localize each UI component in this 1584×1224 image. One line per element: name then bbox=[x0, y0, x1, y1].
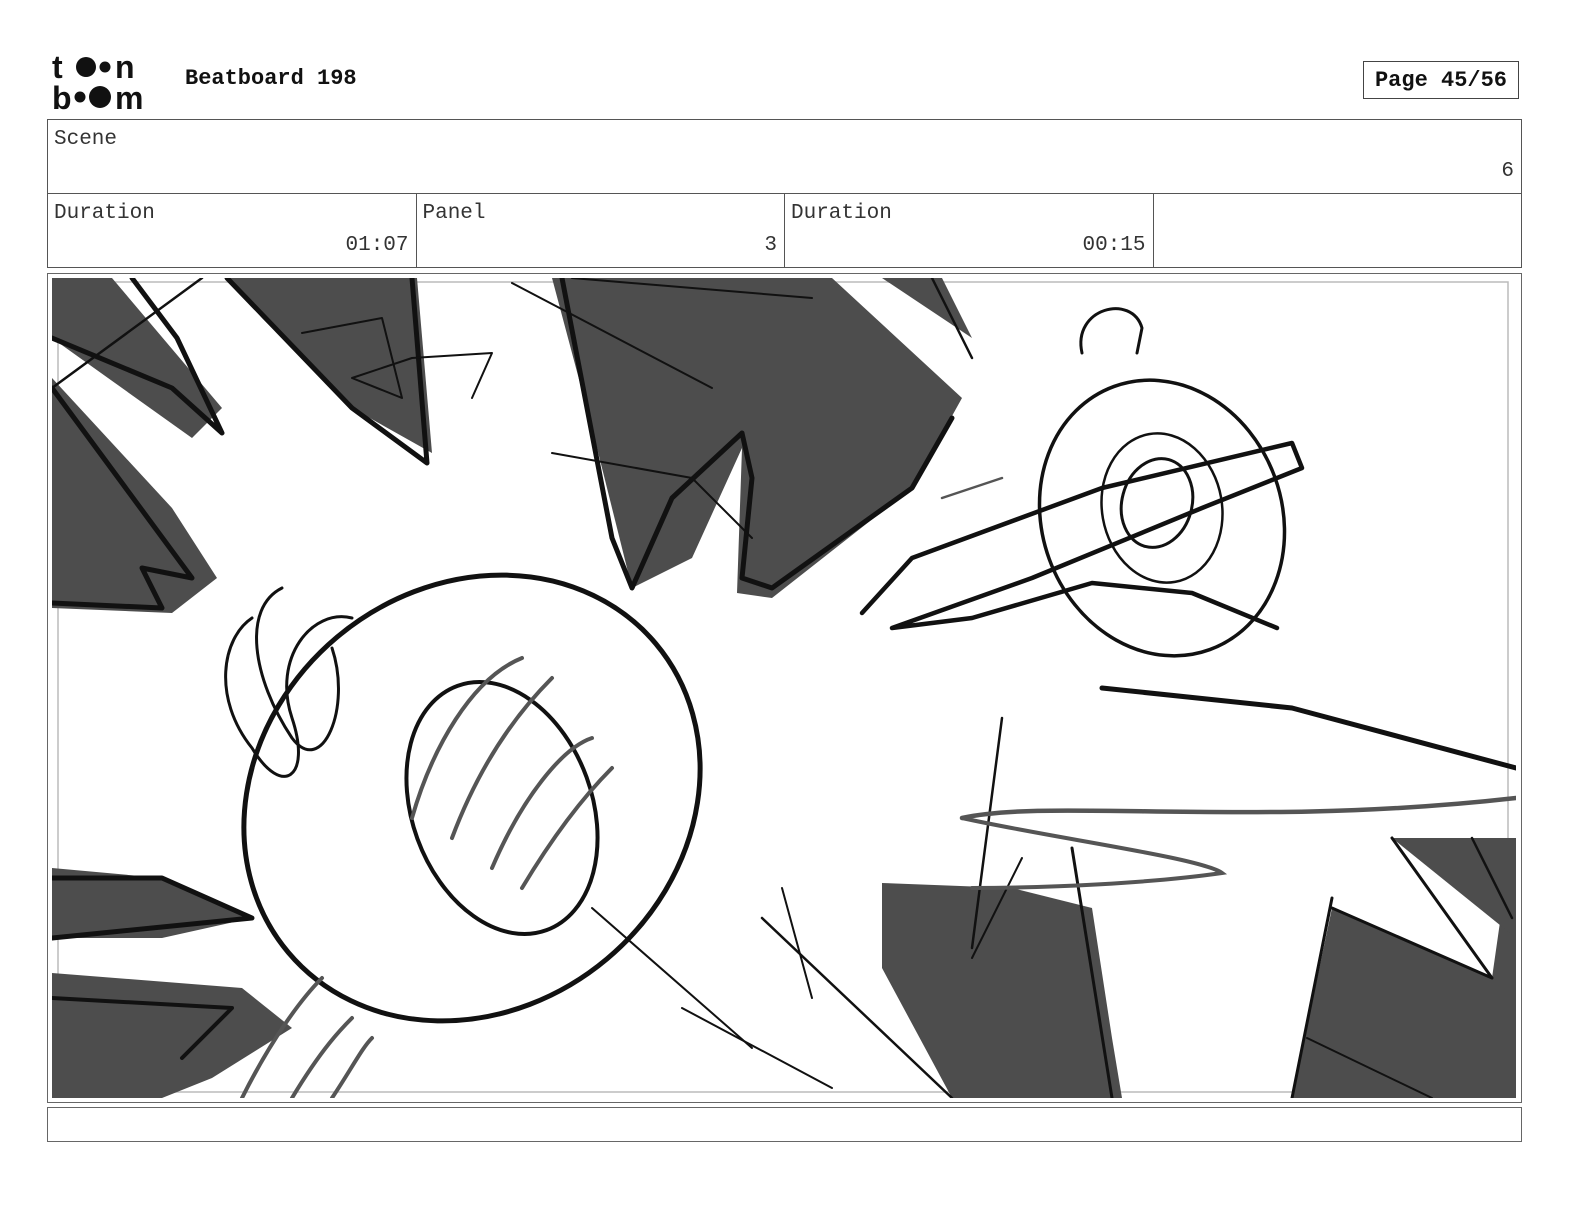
scene-duration-value: 01:07 bbox=[345, 234, 409, 257]
toon-boom-logo: t n b m bbox=[52, 50, 143, 112]
panel-sketch bbox=[52, 278, 1516, 1098]
storyboard-panel bbox=[47, 273, 1522, 1103]
svg-text:m: m bbox=[115, 80, 143, 112]
svg-text:b: b bbox=[52, 80, 72, 112]
scene-value: 6 bbox=[1501, 160, 1514, 183]
caption-box bbox=[47, 1107, 1522, 1142]
scene-label: Scene bbox=[54, 128, 118, 151]
empty-cell bbox=[1154, 194, 1522, 267]
panel-number-value: 3 bbox=[764, 234, 777, 257]
scene-row: Scene 6 bbox=[47, 119, 1522, 194]
scene-duration-cell: Duration 01:07 bbox=[48, 194, 417, 267]
panel-duration-cell: Duration 00:15 bbox=[785, 194, 1154, 267]
info-row: Duration 01:07 Panel 3 Duration 00:15 bbox=[47, 193, 1522, 268]
panel-duration-value: 00:15 bbox=[1082, 234, 1146, 257]
panel-number-cell: Panel 3 bbox=[417, 194, 785, 267]
page-indicator: Page 45/56 bbox=[1363, 61, 1519, 99]
document-title: Beatboard 198 bbox=[185, 66, 357, 91]
panel-number-label: Panel bbox=[422, 202, 486, 225]
panel-duration-label: Duration bbox=[791, 202, 892, 225]
scene-duration-label: Duration bbox=[54, 202, 155, 225]
